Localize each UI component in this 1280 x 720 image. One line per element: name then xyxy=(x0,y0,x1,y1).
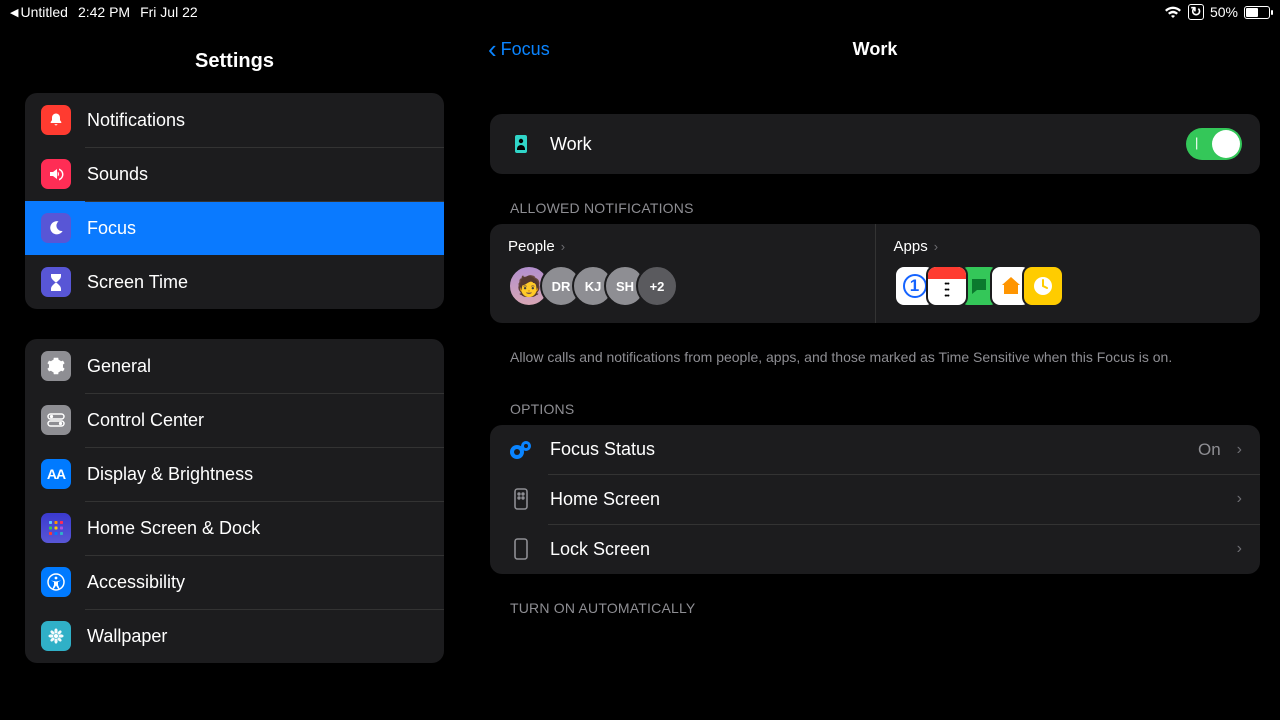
hourglass-icon xyxy=(41,267,71,297)
back-button[interactable]: ‹ Focus xyxy=(488,36,550,62)
row-label: Home Screen xyxy=(550,489,660,510)
battery-percent: 50% xyxy=(1210,4,1238,20)
wifi-icon xyxy=(1164,6,1182,19)
people-avatars: 🧑 DR KJ SH +2 xyxy=(508,265,857,307)
sidebar-item-accessibility[interactable]: Accessibility xyxy=(25,555,444,609)
page-title: Work xyxy=(470,39,1280,60)
sidebar-item-display[interactable]: AA Display & Brightness xyxy=(25,447,444,501)
row-label: Lock Screen xyxy=(550,539,650,560)
sidebar-item-notifications[interactable]: Notifications xyxy=(25,93,444,147)
gear-icon xyxy=(41,351,71,381)
flower-icon xyxy=(41,621,71,651)
chevron-right-icon: › xyxy=(1237,441,1242,459)
status-time: 2:42 PM xyxy=(78,4,130,20)
phone-home-icon xyxy=(508,488,534,510)
lock-screen-row[interactable]: Lock Screen › xyxy=(490,524,1260,574)
sidebar-item-wallpaper[interactable]: Wallpaper xyxy=(25,609,444,663)
moon-icon xyxy=(41,213,71,243)
focus-status-row[interactable]: Focus Status On › xyxy=(490,425,1260,474)
apps-label: Apps xyxy=(894,238,928,255)
sidebar-item-general[interactable]: General xyxy=(25,339,444,393)
avatar-more: +2 xyxy=(636,265,678,307)
sidebar-label: Control Center xyxy=(87,410,204,431)
sidebar-label: Display & Brightness xyxy=(87,464,253,485)
app-icons: 1 ••••••••• xyxy=(894,265,1243,307)
sidebar-label: Screen Time xyxy=(87,272,188,293)
return-to-app[interactable]: ◀ Untitled xyxy=(10,4,68,20)
allowed-people-button[interactable]: People › 🧑 DR KJ SH +2 xyxy=(490,224,875,323)
status-bar: ◀ Untitled 2:42 PM Fri Jul 22 ↻ 50% xyxy=(0,0,1280,24)
sidebar-item-homescreen[interactable]: Home Screen & Dock xyxy=(25,501,444,555)
chevron-right-icon: › xyxy=(934,239,938,254)
battery-icon xyxy=(1244,6,1270,19)
row-value: On xyxy=(1198,440,1221,460)
allowed-helper-text: Allow calls and notifications from peopl… xyxy=(490,341,1260,393)
options-header: OPTIONS xyxy=(490,393,1260,425)
badge-icon xyxy=(508,133,534,155)
sidebar-label: Wallpaper xyxy=(87,626,167,647)
people-label: People xyxy=(508,238,555,255)
chevron-left-icon: ‹ xyxy=(488,36,497,62)
settings-sidebar: Settings Notifications Sounds xyxy=(0,24,470,720)
toggles-icon xyxy=(41,405,71,435)
speaker-icon xyxy=(41,159,71,189)
chevron-right-icon: › xyxy=(1237,490,1242,508)
accessibility-icon xyxy=(41,567,71,597)
sidebar-item-screentime[interactable]: Screen Time xyxy=(25,255,444,309)
sidebar-title: Settings xyxy=(0,24,469,93)
home-screen-row[interactable]: Home Screen › xyxy=(490,474,1260,524)
allowed-notifications-header: ALLOWED NOTIFICATIONS xyxy=(490,192,1260,224)
sidebar-label: Accessibility xyxy=(87,572,185,593)
rotation-lock-icon: ↻ xyxy=(1188,4,1204,20)
allowed-apps-button[interactable]: Apps › 1 ••••••••• xyxy=(875,224,1261,323)
sidebar-label: Focus xyxy=(87,218,136,239)
phone-lock-icon xyxy=(508,538,534,560)
focus-status-icon xyxy=(508,440,534,460)
sidebar-label: Sounds xyxy=(87,164,148,185)
row-label: Focus Status xyxy=(550,439,655,460)
sidebar-label: General xyxy=(87,356,151,377)
app-icon: ••••••••• xyxy=(926,265,968,307)
work-focus-row: Work | xyxy=(490,114,1260,174)
auto-header: TURN ON AUTOMATICALLY xyxy=(490,592,1260,624)
detail-navbar: ‹ Focus Work xyxy=(470,24,1280,74)
row-label: Work xyxy=(550,134,592,155)
status-date: Fri Jul 22 xyxy=(140,4,198,20)
sidebar-item-focus[interactable]: Focus xyxy=(25,201,444,255)
chevron-right-icon: › xyxy=(1237,540,1242,558)
app-icon xyxy=(1022,265,1064,307)
bell-icon xyxy=(41,105,71,135)
work-focus-toggle[interactable]: | xyxy=(1186,128,1242,160)
text-size-icon: AA xyxy=(41,459,71,489)
sidebar-item-sounds[interactable]: Sounds xyxy=(25,147,444,201)
sidebar-item-controlcenter[interactable]: Control Center xyxy=(25,393,444,447)
sidebar-label: Home Screen & Dock xyxy=(87,518,260,539)
sidebar-label: Notifications xyxy=(87,110,185,131)
app-grid-icon xyxy=(41,513,71,543)
chevron-right-icon: › xyxy=(561,239,565,254)
triangle-left-icon: ◀ xyxy=(10,6,18,19)
